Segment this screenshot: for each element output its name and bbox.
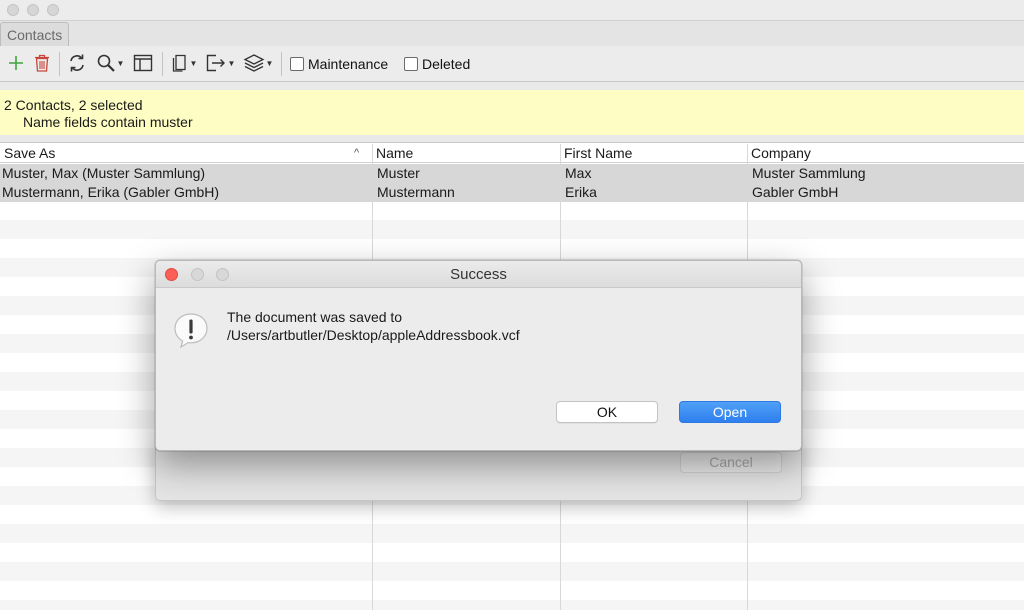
dialog-titlebar: Success bbox=[156, 261, 801, 288]
table-header: Save As ^ Name First Name Company bbox=[0, 144, 1024, 163]
sync-button[interactable] bbox=[66, 51, 88, 75]
chevron-down-icon: ▼ bbox=[116, 58, 125, 68]
column-header-first-name[interactable]: First Name bbox=[560, 144, 632, 163]
dialog-title: Success bbox=[450, 266, 507, 283]
status-count: 2 Contacts, 2 selected bbox=[4, 97, 143, 113]
deleted-label: Deleted bbox=[422, 56, 471, 72]
window-close-button[interactable] bbox=[7, 4, 19, 16]
window-zoom-button[interactable] bbox=[47, 4, 59, 16]
toolbar-separator bbox=[162, 52, 163, 76]
column-header-company[interactable]: Company bbox=[747, 144, 811, 163]
toolbar-separator bbox=[281, 52, 282, 76]
chevron-down-icon: ▼ bbox=[227, 58, 236, 68]
add-button[interactable] bbox=[6, 51, 26, 75]
toolbar-separator bbox=[59, 52, 60, 76]
layers-button[interactable]: ▼ bbox=[241, 51, 275, 75]
status-filter: Name fields contain muster bbox=[23, 114, 193, 130]
maintenance-label: Maintenance bbox=[308, 56, 389, 72]
export-button[interactable]: ▼ bbox=[204, 51, 236, 75]
cell-name: Muster bbox=[377, 165, 420, 181]
success-dialog: Success The document was saved to /Users… bbox=[155, 260, 802, 451]
window-titlebar bbox=[0, 0, 1024, 21]
maintenance-checkbox[interactable]: Maintenance bbox=[290, 56, 388, 72]
column-header-save-as[interactable]: Save As bbox=[0, 144, 55, 163]
copy-icon bbox=[172, 54, 186, 72]
search-icon bbox=[97, 54, 115, 72]
sort-ascending-icon[interactable]: ^ bbox=[354, 144, 359, 163]
spacer bbox=[0, 82, 1024, 90]
tab-strip: Contacts bbox=[0, 21, 1024, 47]
layers-icon bbox=[243, 54, 264, 72]
cancel-button: Cancel bbox=[680, 452, 782, 473]
export-icon bbox=[206, 54, 225, 72]
window-minimize-button[interactable] bbox=[27, 4, 39, 16]
table-row[interactable]: Mustermann, Erika (Gabler GmbH) Musterma… bbox=[0, 183, 1024, 202]
cell-save-as: Mustermann, Erika (Gabler GmbH) bbox=[2, 184, 220, 200]
layout-button[interactable] bbox=[131, 51, 155, 75]
ok-button[interactable]: OK bbox=[556, 401, 658, 423]
cell-company: Muster Sammlung bbox=[752, 165, 866, 181]
column-header-name[interactable]: Name bbox=[372, 144, 413, 163]
status-banner: 2 Contacts, 2 selected Name fields conta… bbox=[0, 90, 1024, 135]
search-button[interactable]: ▼ bbox=[94, 51, 126, 75]
open-button[interactable]: Open bbox=[679, 401, 781, 423]
table-row[interactable]: Muster, Max (Muster Sammlung) Muster Max… bbox=[0, 164, 1024, 183]
cell-save-as: Muster, Max (Muster Sammlung) bbox=[2, 165, 206, 181]
spacer bbox=[0, 135, 1024, 143]
chevron-down-icon: ▼ bbox=[189, 58, 198, 68]
dialog-message-path: /Users/artbutler/Desktop/appleAddressboo… bbox=[227, 327, 520, 343]
deleted-checkbox[interactable]: Deleted bbox=[404, 56, 470, 72]
cell-name: Mustermann bbox=[377, 184, 455, 200]
toolbar: ▼ ▼ ▼ ▼ Maintenance Deleted bbox=[0, 46, 1024, 82]
checkbox-box[interactable] bbox=[404, 57, 418, 71]
cell-first-name: Max bbox=[565, 165, 592, 181]
add-icon bbox=[9, 56, 23, 70]
cell-company: Gabler GmbH bbox=[752, 184, 839, 200]
delete-button[interactable] bbox=[32, 51, 52, 75]
trash-icon bbox=[35, 54, 49, 72]
sync-icon bbox=[70, 54, 84, 72]
alert-icon bbox=[174, 313, 208, 349]
tab-contacts[interactable]: Contacts bbox=[0, 22, 70, 47]
cell-first-name: Erika bbox=[565, 184, 597, 200]
dialog-message-line1: The document was saved to bbox=[227, 309, 403, 325]
copy-button[interactable]: ▼ bbox=[169, 51, 199, 75]
chevron-down-icon: ▼ bbox=[265, 58, 274, 68]
checkbox-box[interactable] bbox=[290, 57, 304, 71]
layout-icon bbox=[133, 54, 153, 72]
